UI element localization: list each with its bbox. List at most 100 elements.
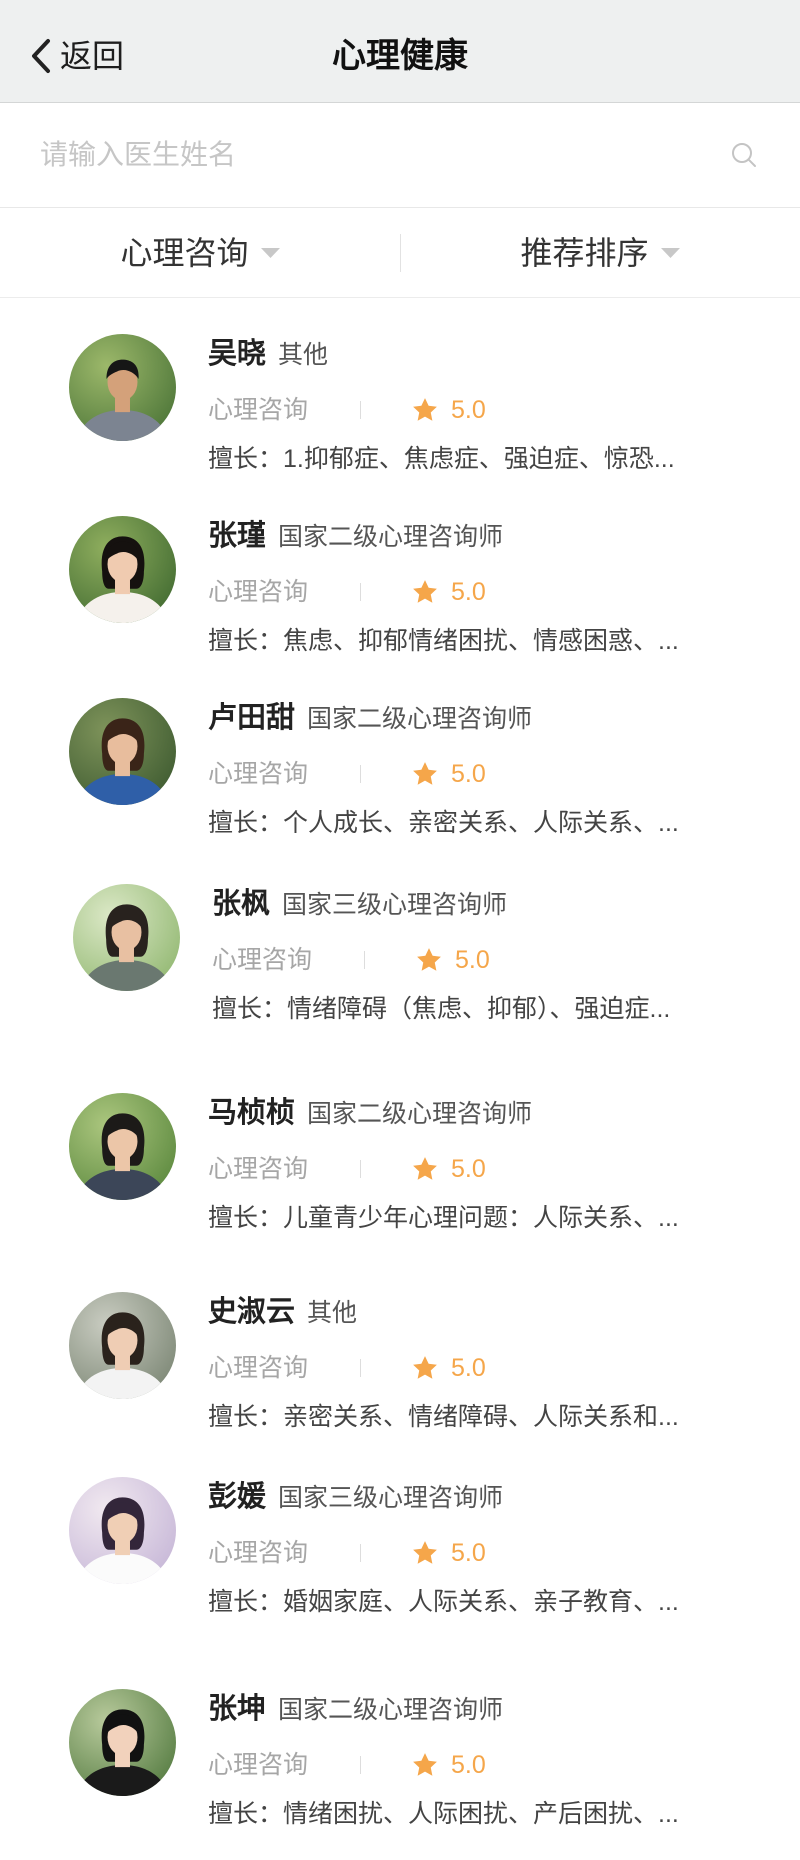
doctor-meta: 心理咨询 5.0 (212, 943, 612, 977)
doctor-rating: 5.0 (451, 1354, 486, 1382)
doctor-name: 张瑾 (208, 520, 267, 552)
doctor-specialty: 擅长：1.抑郁症、焦虑症、强迫症、惊恐... (208, 442, 768, 476)
doctor-list-item[interactable]: 史淑云 其他心理咨询 5.0 擅长：亲密关系、情绪障碍、人际关系和... (0, 1292, 800, 1434)
doctor-avatar (69, 1093, 176, 1200)
doctor-name: 史淑云 (208, 1296, 296, 1328)
doctor-rating: 5.0 (451, 1155, 486, 1183)
doctor-rating: 5.0 (451, 1751, 486, 1779)
doctor-name-line: 张瑾 国家二级心理咨询师 (208, 518, 503, 554)
meta-divider (360, 1160, 361, 1178)
page-title: 心理健康 (332, 37, 468, 75)
star-icon (410, 395, 440, 425)
doctor-photo (76, 536, 169, 623)
doctor-category: 心理咨询 (212, 946, 313, 974)
doctor-name-line: 张枫 国家三级心理咨询师 (212, 886, 507, 922)
doctor-photo (76, 1497, 169, 1584)
specialty-text: 亲密关系、情绪障碍、人际关系和... (283, 1403, 679, 1431)
doctor-avatar (69, 1477, 176, 1584)
doctor-list-item[interactable]: 卢田甜 国家二级心理咨询师 心理咨询 5.0 擅长：个人成长、亲密关系、人际关系、... (0, 698, 800, 840)
doctor-meta: 心理咨询 5.0 (208, 575, 608, 609)
doctor-photo (76, 1113, 169, 1200)
doctor-category: 心理咨询 (208, 396, 309, 424)
specialty-text: 婚姻家庭、人际关系、亲子教育、... (283, 1588, 679, 1616)
doctor-name: 彭媛 (208, 1481, 267, 1513)
doctor-category: 心理咨询 (208, 1539, 309, 1567)
meta-divider (360, 1756, 361, 1774)
doctor-category: 心理咨询 (208, 1155, 309, 1183)
doctor-meta: 心理咨询 5.0 (208, 1748, 608, 1782)
star-icon (414, 945, 444, 975)
doctor-search-input[interactable] (40, 127, 700, 183)
meta-divider (360, 583, 361, 601)
star-icon (410, 1154, 440, 1184)
doctor-list-item[interactable]: 张瑾 国家二级心理咨询师心理咨询 5.0 擅长：焦虑、抑郁情绪困扰、情感困惑、... (0, 516, 800, 658)
category-filter-label: 心理咨询 (120, 234, 249, 271)
doctor-name-line: 彭媛 国家三级心理咨询师 (208, 1479, 503, 1515)
category-filter-dropdown[interactable]: 心理咨询 (0, 208, 400, 297)
doctor-list-item[interactable]: 马桢桢 国家二级心理咨询师 心理咨询 5.0 擅长：儿童青少年心理问题：人际关系、... (0, 1093, 800, 1235)
doctor-meta: 心理咨询 5.0 (208, 1351, 608, 1385)
doctor-photo (76, 359, 169, 441)
doctor-meta: 心理咨询 5.0 (208, 393, 608, 427)
meta-divider (360, 1359, 361, 1377)
back-label: 返回 (60, 38, 125, 74)
specialty-label: 擅长： (208, 627, 284, 655)
sort-filter-dropdown[interactable]: 推荐排序 (400, 208, 800, 297)
sort-filter-label: 推荐排序 (520, 234, 649, 271)
doctor-avatar (73, 884, 180, 991)
doctor-list-item[interactable]: 彭媛 国家三级心理咨询师心理咨询 5.0 擅长：婚姻家庭、人际关系、亲子教育、... (0, 1477, 800, 1619)
meta-divider (360, 765, 361, 783)
doctor-list-item[interactable]: 吴晓 其他心理咨询 5.0 擅长：1.抑郁症、焦虑症、强迫症、惊恐... (0, 334, 800, 476)
meta-divider (360, 1544, 361, 1562)
doctor-title: 国家二级心理咨询师 (278, 1696, 504, 1724)
doctor-rating: 5.0 (451, 578, 486, 606)
star-icon (410, 1353, 440, 1383)
meta-divider (364, 951, 365, 969)
doctor-avatar (69, 698, 176, 805)
doctor-title: 国家二级心理咨询师 (278, 523, 504, 551)
doctor-meta: 心理咨询 5.0 (208, 1536, 608, 1570)
doctor-specialty: 擅长：情绪困扰、人际困扰、产后困扰、... (208, 1797, 768, 1831)
specialty-text: 情绪困扰、人际困扰、产后困扰、... (283, 1800, 679, 1828)
specialty-label: 擅长： (208, 1588, 284, 1616)
search-bar (0, 103, 800, 208)
specialty-label: 擅长： (208, 1204, 284, 1232)
doctor-name-line: 张坤 国家二级心理咨询师 (208, 1691, 503, 1727)
doctor-avatar (69, 1689, 176, 1796)
doctor-specialty: 擅长：儿童青少年心理问题：人际关系、... (208, 1201, 768, 1235)
doctor-title: 国家三级心理咨询师 (282, 891, 508, 919)
doctor-specialty: 擅长：情绪障碍（焦虑、抑郁）、强迫症... (212, 992, 772, 1026)
doctor-list-item[interactable]: 张枫 国家三级心理咨询师心理咨询 5.0 擅长：情绪障碍（焦虑、抑郁）、强迫症... (4, 884, 800, 1026)
specialty-label: 擅长： (208, 809, 284, 837)
doctor-avatar (69, 1292, 176, 1399)
doctor-name: 张坤 (208, 1693, 267, 1725)
doctor-name: 马桢桢 (208, 1097, 296, 1129)
doctor-photo (76, 1312, 169, 1399)
specialty-text: 1.抑郁症、焦虑症、强迫症、惊恐... (283, 445, 675, 473)
specialty-text: 焦虑、抑郁情绪困扰、情感困惑、... (283, 627, 679, 655)
doctor-title: 其他 (307, 1299, 358, 1327)
caret-down-icon (660, 247, 680, 258)
doctor-name: 卢田甜 (208, 702, 296, 734)
doctor-meta: 心理咨询 5.0 (208, 1152, 608, 1186)
specialty-text: 情绪障碍（焦虑、抑郁）、强迫症... (287, 995, 671, 1023)
doctor-category: 心理咨询 (208, 1354, 309, 1382)
specialty-label: 擅长： (208, 445, 284, 473)
doctor-title: 国家二级心理咨询师 (307, 705, 533, 733)
doctor-name-line: 史淑云 其他 (208, 1294, 357, 1330)
doctor-specialty: 擅长：焦虑、抑郁情绪困扰、情感困惑、... (208, 624, 768, 658)
star-icon (410, 1750, 440, 1780)
doctor-name-line: 卢田甜 国家二级心理咨询师 (208, 700, 532, 736)
doctor-photo (76, 1709, 169, 1796)
doctor-name: 吴晓 (208, 338, 267, 370)
specialty-text: 个人成长、亲密关系、人际关系、... (283, 809, 679, 837)
back-button[interactable]: 返回 (28, 31, 124, 81)
doctor-title: 其他 (278, 341, 329, 369)
doctor-list-item[interactable]: 张坤 国家二级心理咨询师心理咨询 5.0 擅长：情绪困扰、人际困扰、产后困扰、... (0, 1689, 800, 1831)
doctor-name-line: 吴晓 其他 (208, 336, 328, 372)
doctor-category: 心理咨询 (208, 578, 309, 606)
doctor-name: 张枫 (212, 888, 271, 920)
search-icon[interactable] (730, 141, 758, 169)
doctor-photo (80, 904, 173, 991)
specialty-label: 擅长： (208, 1403, 284, 1431)
